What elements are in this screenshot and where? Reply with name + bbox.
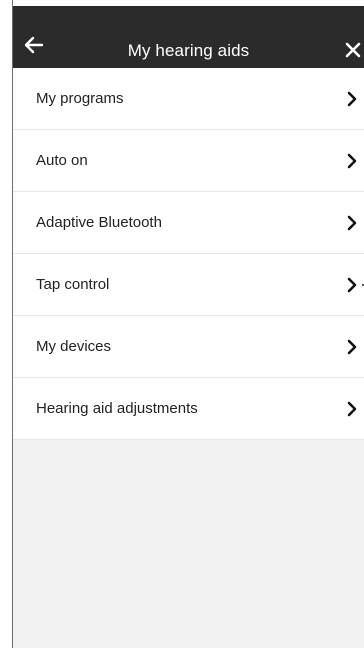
menu-item-tap-control[interactable]: Tap control	[13, 254, 364, 316]
page-title: My hearing aids	[127, 41, 250, 60]
menu-item-my-programs[interactable]: My programs	[13, 68, 364, 130]
menu-item-label: My devices	[36, 338, 112, 355]
chevron-right-icon	[347, 277, 357, 293]
settings-list: My programs Auto on Adaptive Bluetooth T…	[13, 68, 364, 440]
menu-item-auto-on[interactable]: Auto on	[13, 130, 364, 192]
app-header: My hearing aids	[13, 6, 364, 68]
menu-item-adaptive-bluetooth[interactable]: Adaptive Bluetooth	[13, 192, 364, 254]
chevron-right-icon	[347, 339, 357, 355]
close-icon[interactable]	[344, 41, 362, 59]
menu-item-label: Auto on	[36, 152, 88, 169]
menu-item-label: Adaptive Bluetooth	[36, 214, 162, 231]
menu-item-my-devices[interactable]: My devices	[13, 316, 364, 378]
menu-item-label: Hearing aid adjustments	[36, 400, 198, 417]
chevron-right-icon	[347, 153, 357, 169]
app-frame: My hearing aids My programs Auto on Adap…	[12, 0, 364, 648]
chevron-right-icon	[347, 401, 357, 417]
menu-item-hearing-aid-adjustments[interactable]: Hearing aid adjustments	[13, 378, 364, 440]
menu-item-label: Tap control	[36, 276, 110, 293]
chevron-right-icon	[347, 91, 357, 107]
menu-item-label: My programs	[36, 90, 124, 107]
chevron-right-icon	[347, 215, 357, 231]
